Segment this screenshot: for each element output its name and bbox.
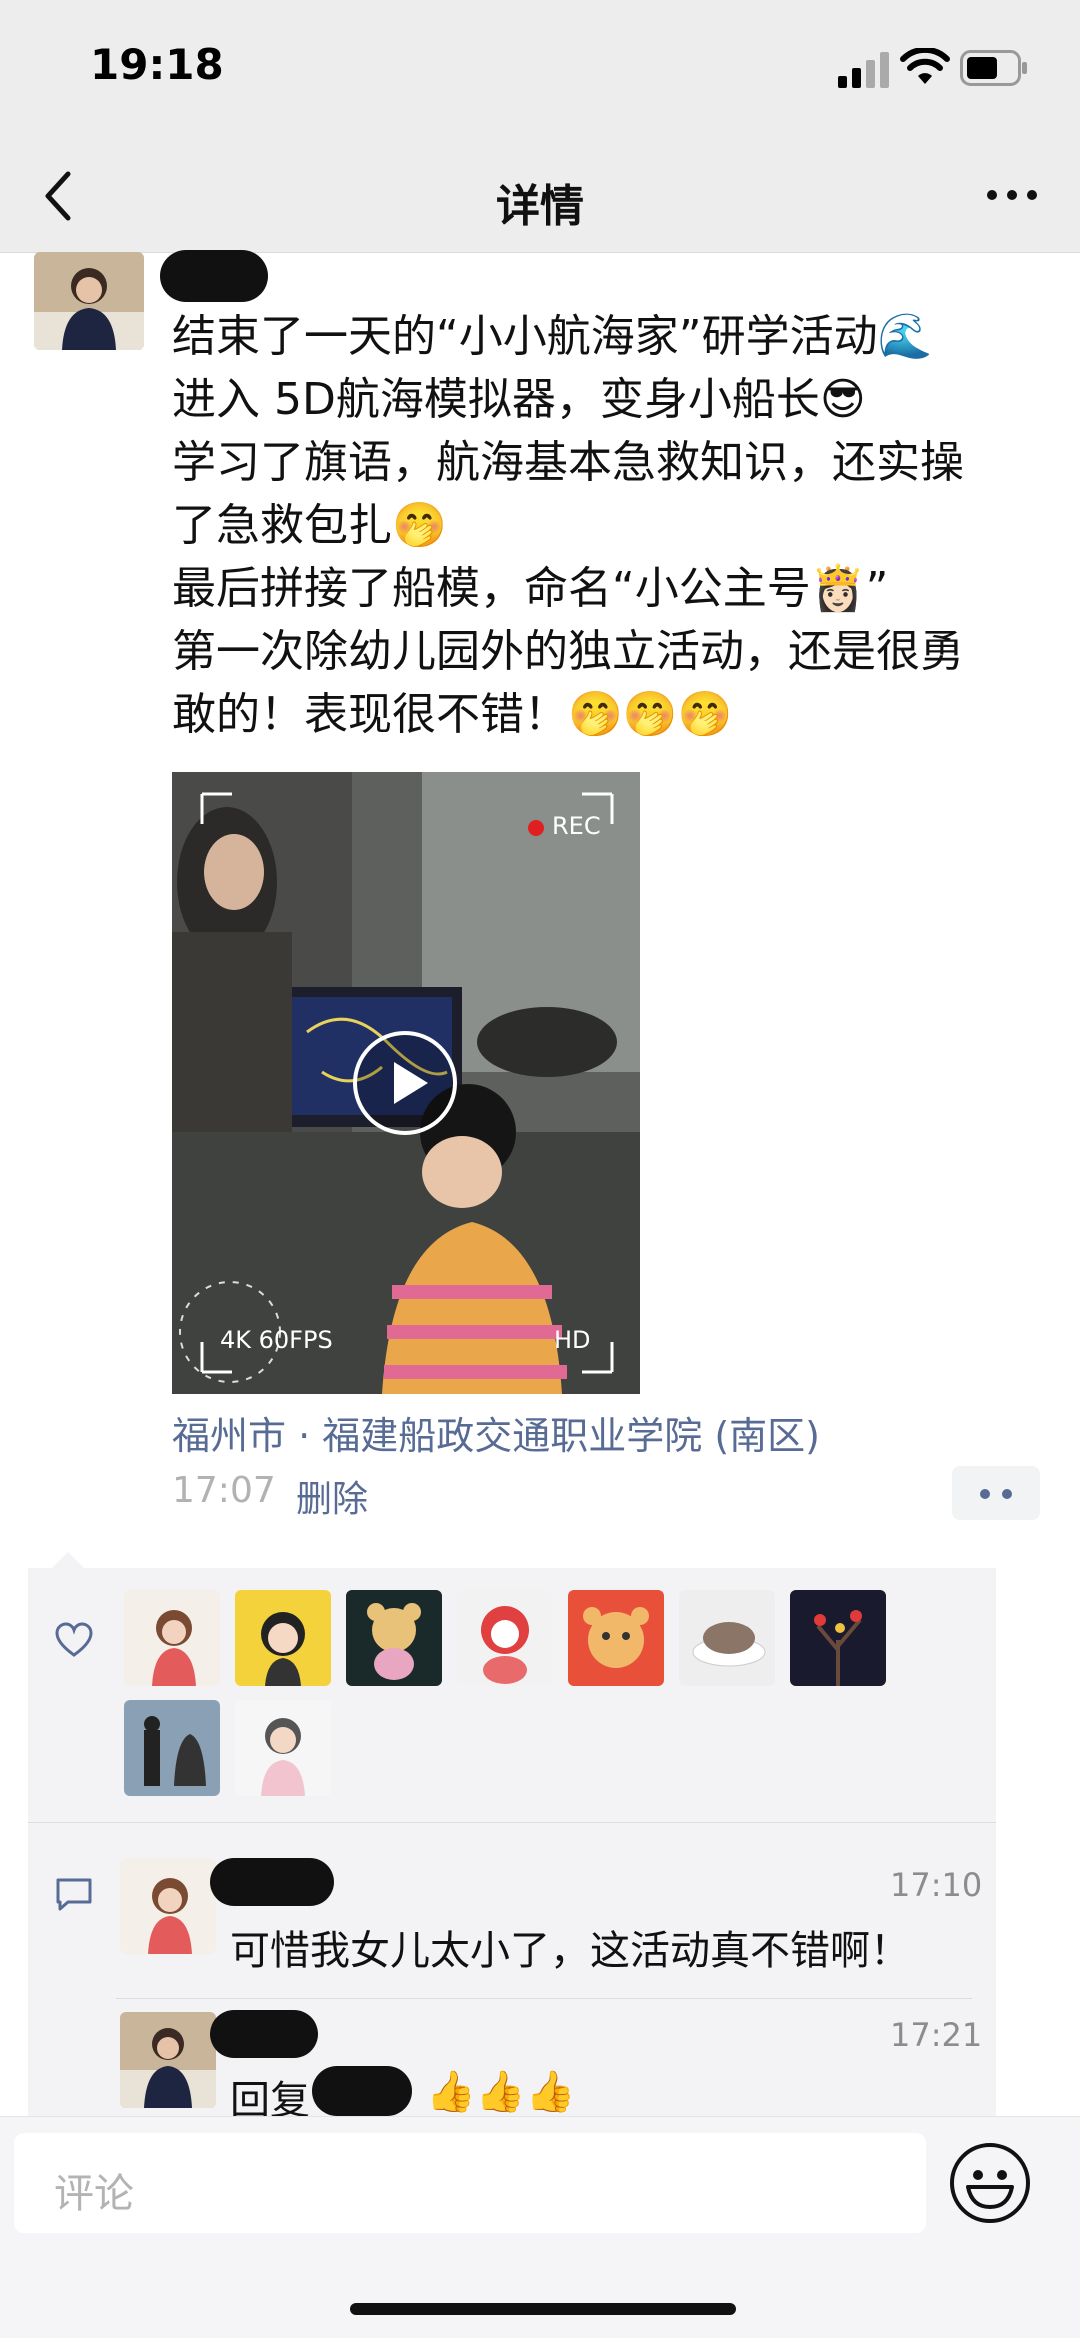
post-content: 结束了一天的“小小航海家”研学活动🌊 进入 5D航海模拟器，变身小船长😎 学习了… <box>172 305 1052 746</box>
liker-avatar[interactable] <box>457 1590 553 1686</box>
author-name-redacted <box>160 250 268 302</box>
emoji-icon[interactable] <box>948 2141 1032 2225</box>
liker-avatar[interactable] <box>790 1590 886 1686</box>
post-line: 最后拼接了船模，命名“小公主号👸🏻” <box>172 563 889 614</box>
panel-divider <box>28 1822 996 1823</box>
battery-icon <box>960 50 1027 86</box>
post-time: 17:07 <box>172 1470 276 1511</box>
wifi-icon <box>900 48 950 84</box>
liker-avatar[interactable] <box>124 1700 220 1796</box>
liker-avatar[interactable] <box>679 1590 775 1686</box>
more-options-icon[interactable] <box>984 180 1040 210</box>
comment-time: 17:21 <box>890 2016 983 2054</box>
video-quality-label: HD <box>554 1326 591 1354</box>
status-time: 19:18 <box>90 40 224 89</box>
comment-divider <box>116 1998 972 1999</box>
post-location-link[interactable]: 福州市 · 福建船政交通职业学院 (南区) <box>172 1405 820 1460</box>
liker-avatar[interactable] <box>568 1590 664 1686</box>
post-line: 第一次除幼儿园外的独立活动，还是很勇 <box>172 626 964 677</box>
like-comment-menu-button[interactable] <box>952 1466 1040 1520</box>
liker-avatar[interactable] <box>346 1590 442 1686</box>
post-line: 学习了旗语，航海基本急救知识，还实操 <box>172 437 964 488</box>
home-indicator <box>350 2303 736 2315</box>
nav-bar: 详情 <box>0 140 1080 253</box>
comment-icon <box>56 1878 92 1911</box>
commenter-name-redacted <box>210 2010 318 2058</box>
delete-button[interactable]: 删除 <box>296 1470 368 1522</box>
comment-text[interactable]: 👍👍👍 <box>426 2068 575 2115</box>
post-line: 结束了一天的“小小航海家”研学活动🌊 <box>172 311 933 362</box>
video-rec-label: REC <box>552 812 601 840</box>
reply-target-redacted <box>312 2066 412 2116</box>
liker-avatar[interactable] <box>124 1590 220 1686</box>
commenter-avatar[interactable] <box>120 2012 216 2108</box>
post-line: 敢的！表现很不错！🤭🤭🤭 <box>172 689 733 740</box>
recording-indicator-icon <box>528 820 544 836</box>
author-avatar[interactable] <box>34 252 144 350</box>
comment-time: 17:10 <box>890 1866 983 1904</box>
comment-text[interactable]: 可惜我女儿太小了，这活动真不错啊！ <box>230 1918 910 1976</box>
commenter-name-redacted <box>210 1858 334 1906</box>
page-title: 详情 <box>496 181 584 232</box>
liker-avatar[interactable] <box>235 1590 331 1686</box>
post-line: 进入 5D航海模拟器，变身小船长😎 <box>172 374 866 425</box>
commenter-avatar[interactable] <box>120 1858 216 1954</box>
comment-input[interactable]: 评论 <box>14 2133 926 2233</box>
video-resolution-label: 4K 60FPS <box>220 1326 333 1354</box>
comment-input-placeholder: 评论 <box>54 2171 134 2217</box>
video-thumbnail[interactable]: REC 4K 60FPS HD <box>172 772 640 1394</box>
heart-icon <box>55 1622 93 1657</box>
liker-avatar[interactable] <box>235 1700 331 1796</box>
post-line: 了急救包扎🤭 <box>172 500 447 551</box>
play-icon[interactable] <box>350 1028 460 1138</box>
comment-input-bar: 评论 <box>0 2116 1080 2338</box>
status-bar: 19:18 <box>0 0 1080 140</box>
cellular-signal-icon <box>838 52 889 88</box>
